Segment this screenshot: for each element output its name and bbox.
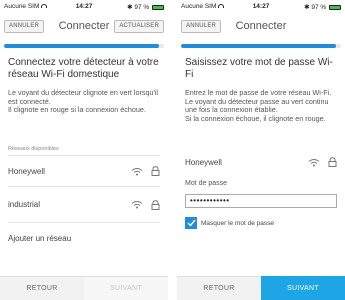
- lock-icon: [151, 166, 160, 176]
- footer-bar: RETOUR SUIVANT: [177, 276, 345, 300]
- page-title: Connecter: [235, 20, 287, 32]
- step-description: Entrez le mot de passe de votre réseau W…: [185, 88, 332, 123]
- show-password-label: Masquer le mot de passe: [201, 219, 274, 227]
- refresh-button[interactable]: ACTUALISER: [114, 20, 164, 33]
- nav-bar: ANNULER Connecter ACTUALISER: [0, 16, 168, 38]
- setup-progress-bar: [181, 44, 341, 48]
- networks-section-label: Réseaux disponibles: [8, 146, 59, 152]
- back-button[interactable]: RETOUR: [177, 276, 261, 300]
- status-right: ✱ 97 %: [127, 3, 164, 11]
- battery-percent: 97 %: [311, 4, 327, 11]
- step-description: Le voyant du détecteur clignote en vert …: [8, 88, 159, 115]
- show-password-toggle[interactable]: Masquer le mot de passe: [185, 217, 274, 229]
- lock-icon: [328, 157, 337, 167]
- network-name: Honeywell: [8, 166, 45, 176]
- network-name: industrial: [8, 200, 41, 209]
- add-network-label: Ajouter un réseau: [8, 233, 72, 243]
- bluetooth-icon: ✱: [304, 4, 310, 11]
- network-row-honeywell[interactable]: Honeywell: [8, 156, 160, 187]
- battery-icon: [329, 5, 341, 10]
- network-intro: Connectez votre détecteur à votre réseau…: [8, 57, 160, 115]
- nav-bar: ANNULER Connecter: [177, 16, 345, 38]
- battery-percent: 97 %: [134, 4, 150, 11]
- lock-icon: [151, 199, 160, 210]
- setup-progress-bar: [4, 44, 164, 48]
- battery-icon: [152, 5, 164, 10]
- step-heading: Saisissez votre mot de passe Wi-Fi: [185, 57, 333, 80]
- status-bar: Aucune SIM 14:27 ✱ 97 %: [177, 0, 345, 12]
- password-intro: Saisissez votre mot de passe Wi-Fi Entre…: [185, 57, 337, 123]
- next-button[interactable]: SUIVANT: [261, 276, 345, 300]
- add-network-row[interactable]: Ajouter un réseau: [8, 223, 160, 253]
- network-row-honeywell: Honeywell: [185, 151, 337, 173]
- checkbox-checked-icon[interactable]: [185, 217, 197, 229]
- phone-screen-password: Aucune SIM 14:27 ✱ 97 % ANNULER Connecte…: [177, 0, 345, 300]
- bluetooth-icon: ✱: [127, 4, 133, 11]
- phone-screen-network-list: Aucune SIM 14:27 ✱ 97 % ANNULER Connecte…: [0, 0, 168, 300]
- network-row-industrial[interactable]: industrial: [8, 187, 160, 223]
- selected-network: Honeywell: [185, 151, 337, 173]
- back-button[interactable]: RETOUR: [0, 276, 84, 300]
- network-list: Honeywell industrial Ajouter un réseau: [8, 156, 160, 253]
- password-label: Mot de passe: [185, 180, 228, 187]
- wifi-icon: [308, 158, 320, 167]
- footer-bar: RETOUR SUIVANT: [0, 276, 168, 300]
- status-right: ✱ 97 %: [304, 3, 341, 11]
- wifi-icon: [131, 200, 143, 209]
- password-input[interactable]: ••••••••••••: [185, 194, 337, 208]
- step-heading: Connectez votre détecteur à votre réseau…: [8, 57, 159, 80]
- status-bar: Aucune SIM 14:27 ✱ 97 %: [0, 0, 168, 12]
- network-name: Honeywell: [185, 157, 222, 167]
- next-button[interactable]: SUIVANT: [84, 276, 168, 300]
- wifi-icon: [131, 167, 143, 176]
